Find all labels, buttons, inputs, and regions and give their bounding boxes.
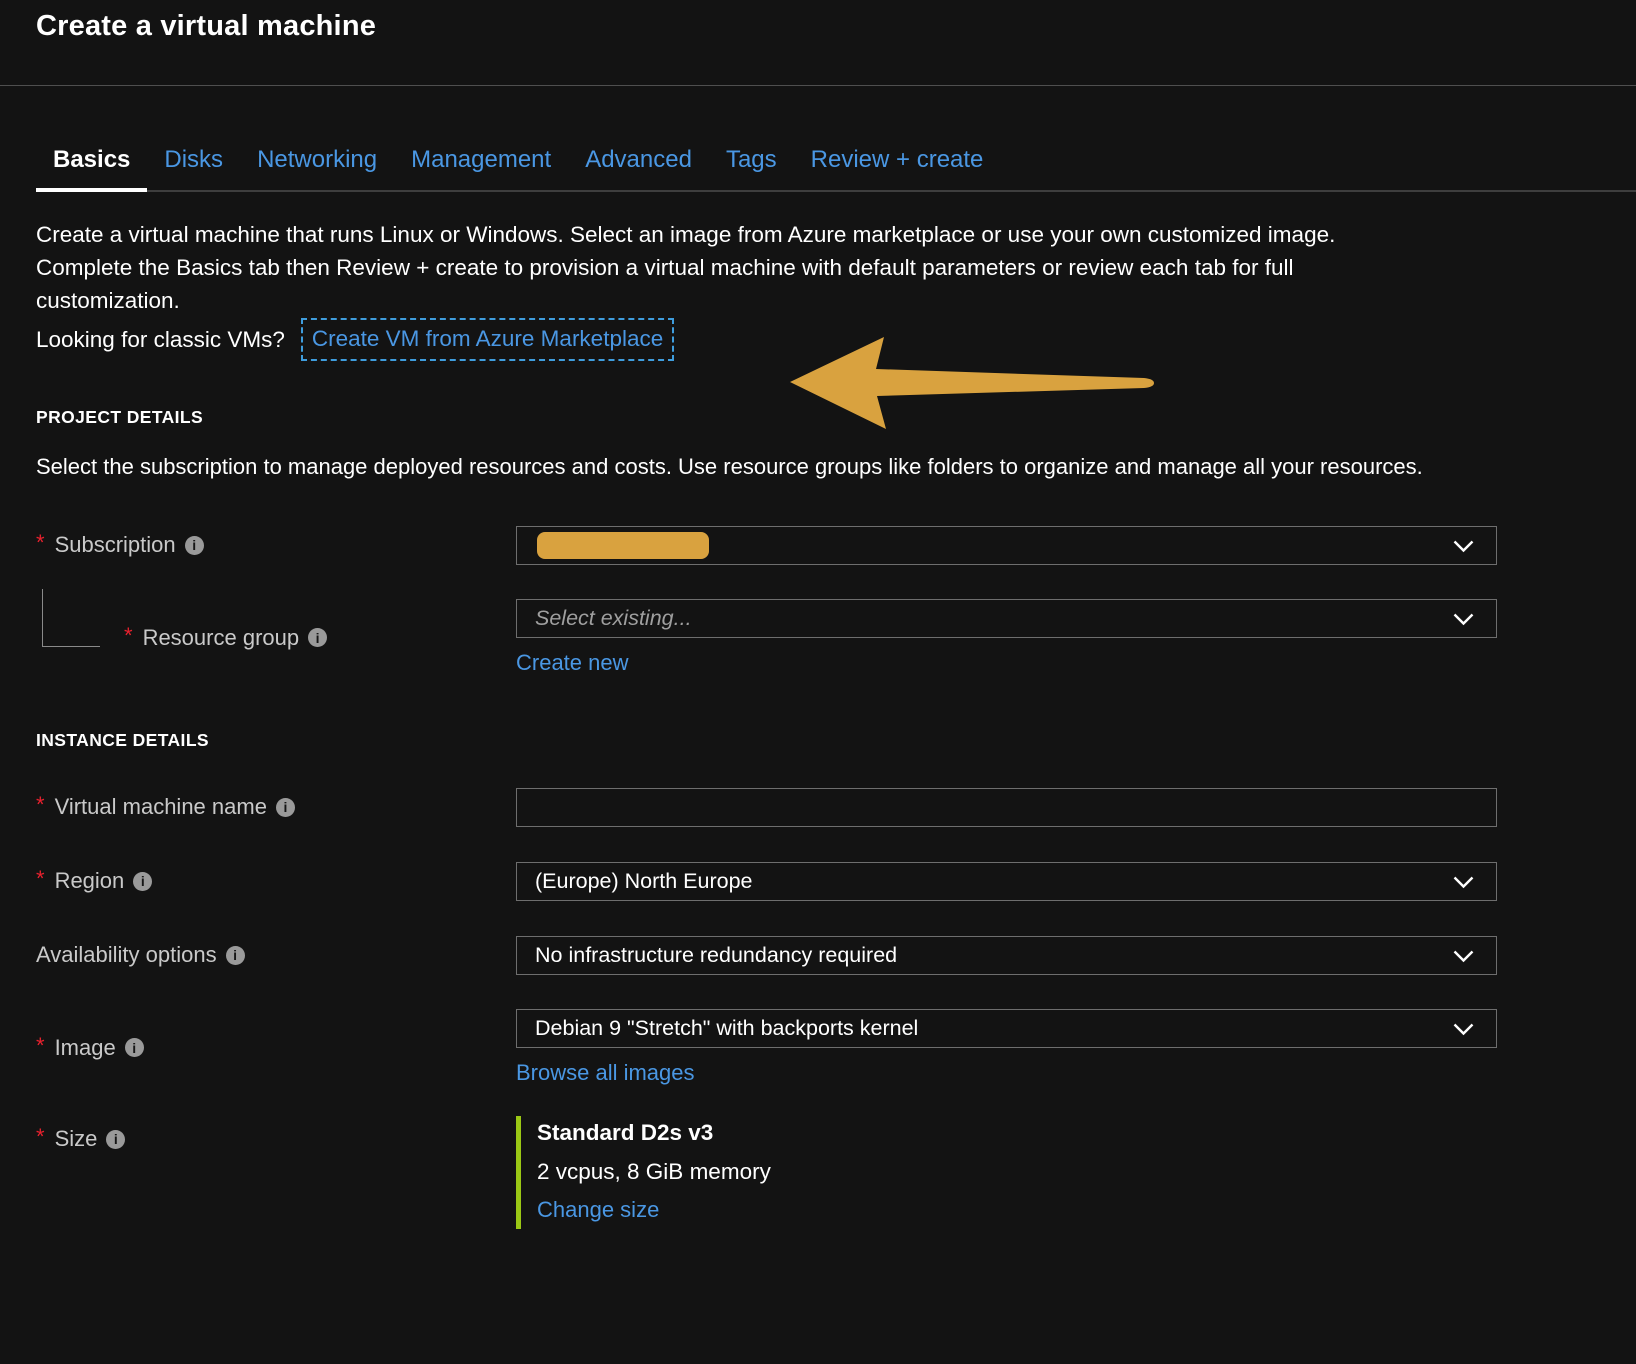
required-marker: * bbox=[36, 866, 45, 892]
availability-label-text: Availability options bbox=[36, 942, 217, 968]
vm-name-row: * Virtual machine name i bbox=[36, 787, 1636, 827]
redaction-overlay bbox=[537, 532, 709, 559]
tab-advanced[interactable]: Advanced bbox=[568, 136, 709, 190]
chevron-down-icon bbox=[1453, 613, 1474, 626]
required-marker: * bbox=[36, 792, 45, 818]
chevron-down-icon bbox=[1453, 1023, 1474, 1036]
image-label-text: Image bbox=[55, 1035, 116, 1061]
size-row: * Size i Standard D2s v3 2 vcpus, 8 GiB … bbox=[36, 1116, 1636, 1229]
info-icon[interactable]: i bbox=[276, 798, 295, 817]
change-size-link[interactable]: Change size bbox=[537, 1197, 659, 1223]
intro-line-1: Create a virtual machine that runs Linux… bbox=[36, 218, 1438, 251]
resource-group-label: * Resource group i bbox=[36, 625, 516, 651]
region-label: * Region i bbox=[36, 868, 516, 894]
resource-group-row: * Resource group i Select existing... Cr… bbox=[36, 599, 1636, 676]
project-details-heading: PROJECT DETAILS bbox=[36, 407, 1600, 428]
region-dropdown[interactable]: (Europe) North Europe bbox=[516, 862, 1497, 901]
classic-vms-line: Looking for classic VMs? Create VM from … bbox=[36, 318, 1438, 361]
tab-review-create[interactable]: Review + create bbox=[794, 136, 1001, 190]
subscription-row: * Subscription i bbox=[36, 525, 1636, 565]
availability-row: Availability options i No infrastructure… bbox=[36, 935, 1636, 975]
chevron-down-icon bbox=[1453, 876, 1474, 889]
classic-vms-prompt: Looking for classic VMs? bbox=[36, 323, 285, 356]
image-label: * Image i bbox=[36, 1035, 516, 1061]
size-specs: 2 vcpus, 8 GiB memory bbox=[537, 1159, 1497, 1185]
required-marker: * bbox=[124, 623, 133, 649]
subscription-label: * Subscription i bbox=[36, 532, 516, 558]
region-row: * Region i (Europe) North Europe bbox=[36, 861, 1636, 901]
tab-basics[interactable]: Basics bbox=[36, 136, 147, 190]
info-icon[interactable]: i bbox=[226, 946, 245, 965]
size-summary-block: Standard D2s v3 2 vcpus, 8 GiB memory Ch… bbox=[516, 1116, 1497, 1229]
size-label-text: Size bbox=[55, 1126, 98, 1152]
availability-dropdown[interactable]: No infrastructure redundancy required bbox=[516, 936, 1497, 975]
chevron-down-icon bbox=[1453, 950, 1474, 963]
tab-management[interactable]: Management bbox=[394, 136, 568, 190]
subscription-dropdown[interactable] bbox=[516, 526, 1497, 565]
intro-text: Create a virtual machine that runs Linux… bbox=[36, 218, 1438, 361]
vm-name-label-text: Virtual machine name bbox=[55, 794, 267, 820]
chevron-down-icon bbox=[1453, 540, 1474, 553]
tab-tags[interactable]: Tags bbox=[709, 136, 794, 190]
page-header: Create a virtual machine bbox=[0, 0, 1636, 86]
image-dropdown[interactable]: Debian 9 "Stretch" with backports kernel bbox=[516, 1009, 1497, 1048]
instance-details-heading: INSTANCE DETAILS bbox=[36, 730, 1600, 751]
basics-form: * Subscription i * Resource group i Sele… bbox=[0, 525, 1636, 1229]
region-label-text: Region bbox=[55, 868, 125, 894]
info-icon[interactable]: i bbox=[308, 628, 327, 647]
vm-name-field bbox=[516, 788, 1497, 827]
required-marker: * bbox=[36, 1124, 45, 1150]
create-new-link[interactable]: Create new bbox=[516, 650, 629, 676]
availability-value: No infrastructure redundancy required bbox=[535, 943, 897, 968]
region-value: (Europe) North Europe bbox=[535, 869, 753, 894]
image-field-cell: Debian 9 "Stretch" with backports kernel… bbox=[516, 1009, 1497, 1086]
size-name: Standard D2s v3 bbox=[537, 1120, 1497, 1146]
tree-connector-line bbox=[42, 589, 100, 647]
vm-name-input[interactable] bbox=[535, 789, 1478, 826]
info-icon[interactable]: i bbox=[106, 1130, 125, 1149]
availability-label: Availability options i bbox=[36, 942, 516, 968]
required-marker: * bbox=[36, 1033, 45, 1059]
resource-group-field-cell: Select existing... Create new bbox=[516, 599, 1497, 676]
tab-strip: Basics Disks Networking Management Advan… bbox=[36, 136, 1636, 192]
image-row: * Image i Debian 9 "Stretch" with backpo… bbox=[36, 1009, 1636, 1086]
resource-group-dropdown[interactable]: Select existing... bbox=[516, 599, 1497, 638]
project-details-description: Select the subscription to manage deploy… bbox=[36, 450, 1438, 483]
vm-name-label: * Virtual machine name i bbox=[36, 794, 516, 820]
required-marker: * bbox=[36, 530, 45, 556]
tab-disks[interactable]: Disks bbox=[147, 136, 240, 190]
size-label: * Size i bbox=[36, 1116, 516, 1152]
intro-line-2: Complete the Basics tab then Review + cr… bbox=[36, 251, 1438, 317]
browse-all-images-link[interactable]: Browse all images bbox=[516, 1060, 695, 1086]
image-value: Debian 9 "Stretch" with backports kernel bbox=[535, 1016, 918, 1041]
resource-group-label-text: Resource group bbox=[143, 625, 300, 651]
page-title: Create a virtual machine bbox=[36, 10, 1636, 43]
create-vm-marketplace-link[interactable]: Create VM from Azure Marketplace bbox=[301, 318, 674, 361]
tab-networking[interactable]: Networking bbox=[240, 136, 394, 190]
info-icon[interactable]: i bbox=[125, 1038, 144, 1057]
info-icon[interactable]: i bbox=[185, 536, 204, 555]
info-icon[interactable]: i bbox=[133, 872, 152, 891]
subscription-label-text: Subscription bbox=[55, 532, 176, 558]
resource-group-placeholder: Select existing... bbox=[535, 606, 692, 631]
